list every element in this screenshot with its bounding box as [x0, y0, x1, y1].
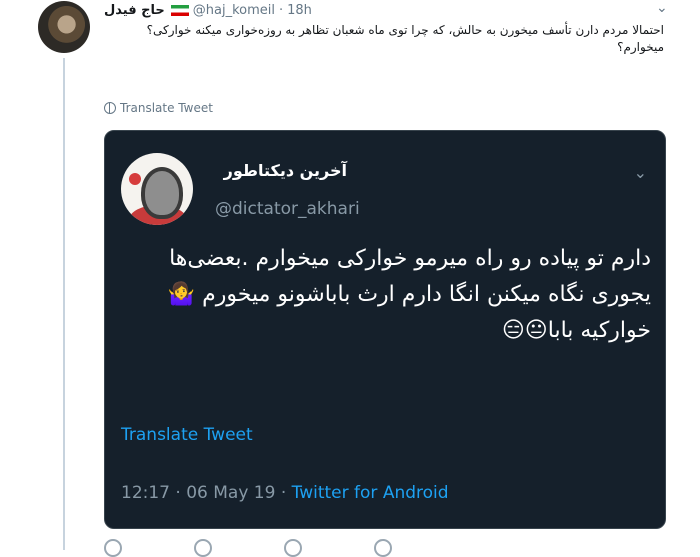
- quoted-avatar[interactable]: [121, 153, 193, 225]
- handle[interactable]: @haj_komeil: [193, 3, 275, 18]
- quoted-handle[interactable]: @dictator_akhari: [215, 199, 360, 219]
- avatar-face: [141, 167, 183, 219]
- quoted-translate-link[interactable]: Translate Tweet: [121, 425, 253, 445]
- translate-label: Translate Tweet: [120, 101, 213, 115]
- quoted-display-name[interactable]: آخرین دیکتاطور: [224, 161, 347, 180]
- globe-icon: [104, 102, 116, 114]
- user-avatar[interactable]: [38, 1, 90, 53]
- timestamp[interactable]: 18h: [287, 3, 312, 18]
- display-name[interactable]: حاج فیدل: [104, 3, 165, 18]
- translate-tweet-link[interactable]: Translate Tweet: [104, 101, 213, 115]
- retweet-icon[interactable]: [194, 539, 212, 557]
- client-link[interactable]: Twitter for Android: [292, 483, 449, 503]
- meta-separator-2: ·: [280, 483, 287, 503]
- quoted-tweet-card[interactable]: آخرین دیکتاطور @dictator_akhari ⌄ دارم ت…: [104, 130, 666, 529]
- separator: ·: [279, 2, 284, 18]
- chevron-down-icon[interactable]: ⌄: [656, 0, 668, 16]
- chevron-down-icon[interactable]: ⌄: [634, 163, 647, 182]
- quoted-meta: 12:17 · 06 May 19 · Twitter for Android: [121, 483, 449, 503]
- quoted-text: دارم تو پیاده رو راه میرمو خوارکی میخوار…: [167, 246, 651, 343]
- thread-line: [63, 58, 65, 550]
- tweet-text: احتمالا مردم دارن تأسف میخورن به حالش، ک…: [146, 23, 664, 54]
- iran-flag-icon: [170, 4, 189, 16]
- quoted-time: 12:17: [121, 483, 170, 503]
- tweet-actions: [104, 539, 524, 557]
- quoted-date: 06 May 19: [186, 483, 276, 503]
- tweet-header: حاج فیدل @haj_komeil · 18h: [104, 1, 674, 19]
- meta-separator: ·: [175, 483, 181, 503]
- rose-icon: [129, 173, 141, 185]
- reply-icon[interactable]: [104, 539, 122, 557]
- share-icon[interactable]: [374, 539, 392, 557]
- like-icon[interactable]: [284, 539, 302, 557]
